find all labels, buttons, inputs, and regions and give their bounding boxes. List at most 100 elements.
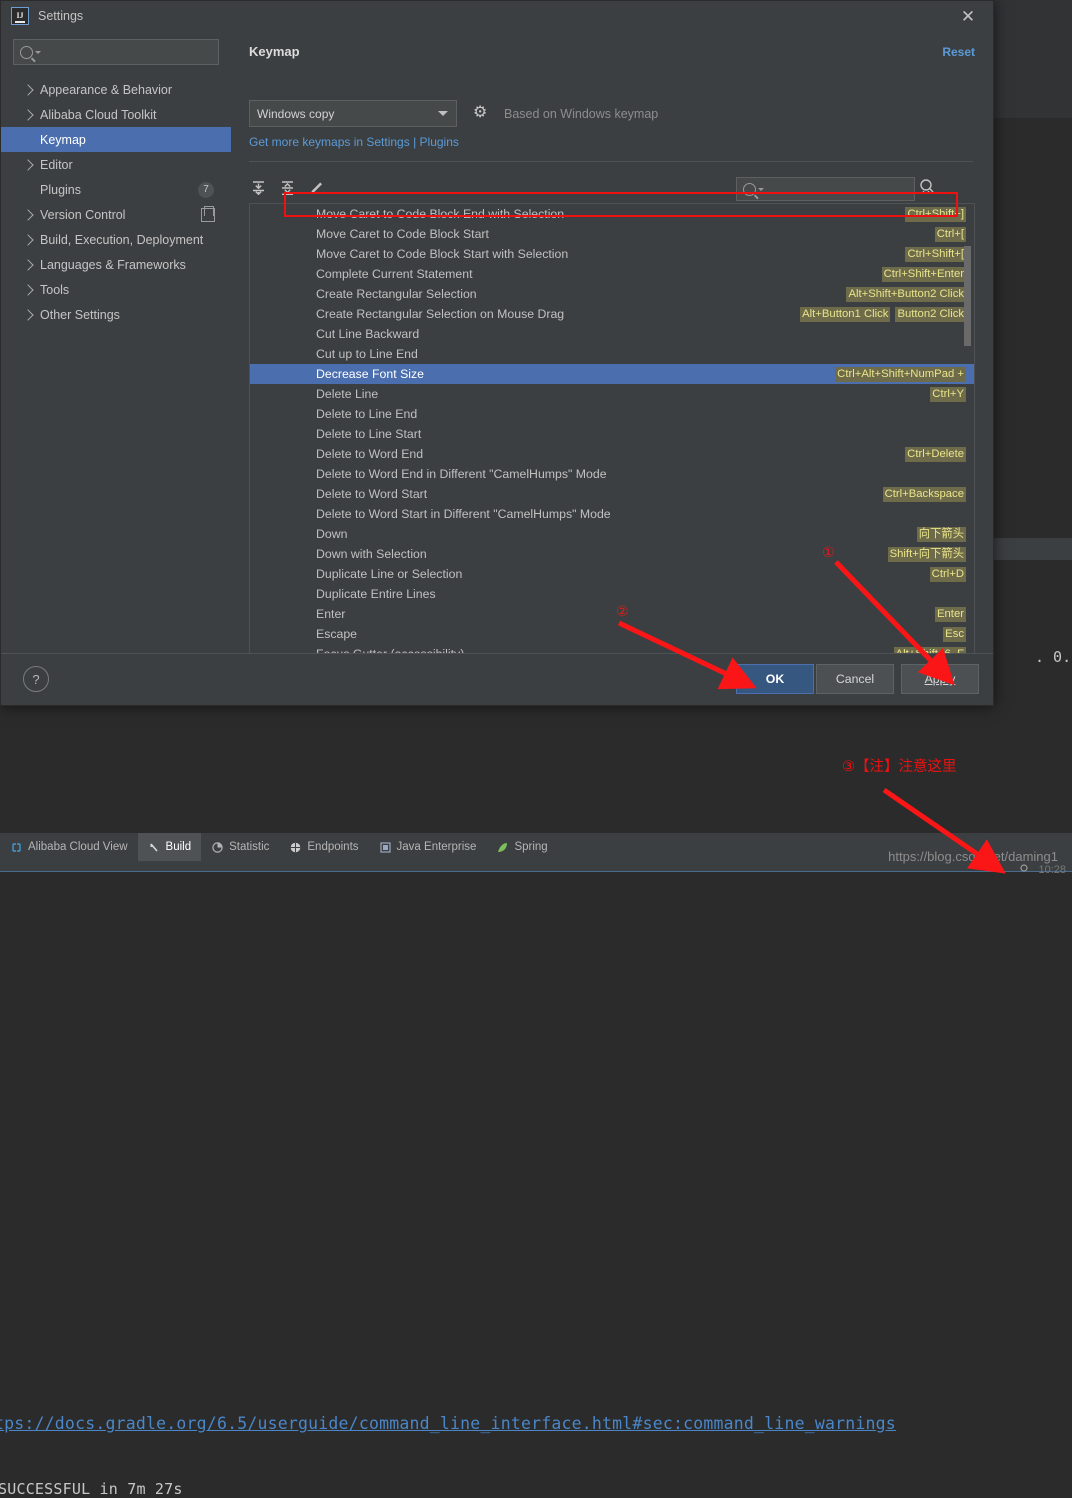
shortcut-group: Ctrl+Shift+Enter bbox=[882, 267, 966, 282]
action-name: Escape bbox=[316, 624, 357, 644]
expand-all-icon[interactable] bbox=[249, 178, 269, 198]
shortcut-group: Ctrl+Y bbox=[930, 387, 966, 402]
cancel-button[interactable]: Cancel bbox=[816, 664, 894, 694]
chevron-right-icon bbox=[22, 309, 33, 320]
shortcut-group: Ctrl+Backspace bbox=[883, 487, 966, 502]
action-name: Cut Line Backward bbox=[316, 324, 419, 344]
table-row[interactable]: Duplicate Entire Lines bbox=[250, 584, 974, 604]
sidebar-item-plugins[interactable]: Plugins 7 bbox=[1, 177, 231, 202]
sidebar-item-tools[interactable]: Tools bbox=[1, 277, 231, 302]
chevron-down-icon bbox=[438, 111, 448, 116]
table-row[interactable]: Enter Enter bbox=[250, 604, 974, 624]
table-row[interactable]: Complete Current StatementCtrl+Shift+Ent… bbox=[250, 264, 974, 284]
row-gutter bbox=[250, 204, 296, 224]
keymap-pane: Keymap Reset Windows copy Based on Windo… bbox=[231, 31, 993, 653]
statusbar-tab-label: Statistic bbox=[229, 841, 269, 853]
table-row[interactable]: Down with SelectionShift+向下箭头 bbox=[250, 544, 974, 564]
sidebar-item-label: Appearance & Behavior bbox=[40, 83, 172, 97]
gear-tray-icon[interactable] bbox=[1018, 862, 1030, 874]
table-row[interactable]: Cut Line Backward bbox=[250, 324, 974, 344]
settings-sidebar: Appearance & Behavior Alibaba Cloud Tool… bbox=[1, 31, 231, 653]
table-row[interactable]: EscapeEsc bbox=[250, 624, 974, 644]
intellij-idea-icon: IJ bbox=[11, 7, 29, 25]
table-row[interactable]: Delete to Line Start bbox=[250, 424, 974, 444]
action-name: Duplicate Entire Lines bbox=[316, 584, 436, 604]
reset-link[interactable]: Reset bbox=[942, 45, 975, 59]
settings-dialog: IJ Settings ✕ Appearance & Behavior Alib… bbox=[0, 0, 994, 706]
statusbar-tab-alibaba-cloud-view[interactable]: Alibaba Cloud View bbox=[0, 833, 138, 861]
row-gutter bbox=[250, 404, 296, 424]
row-gutter bbox=[250, 624, 296, 644]
search-icon bbox=[20, 46, 33, 59]
sidebar-item-build-execution-deployment[interactable]: Build, Execution, Deployment bbox=[1, 227, 231, 252]
table-row[interactable]: Create Rectangular Selection on Mouse Dr… bbox=[250, 304, 974, 324]
keymap-action-list[interactable]: Move Caret to Code Block End with Select… bbox=[249, 203, 975, 668]
row-gutter bbox=[250, 604, 296, 624]
table-row[interactable]: Create Rectangular SelectionAlt+Shift+Bu… bbox=[250, 284, 974, 304]
table-row[interactable]: Cut up to Line End bbox=[250, 344, 974, 364]
collapse-all-icon[interactable] bbox=[278, 178, 298, 198]
clock-text: 10:28 bbox=[1038, 864, 1066, 876]
statusbar-tab-endpoints[interactable]: Endpoints bbox=[279, 833, 368, 861]
leaf-icon bbox=[496, 841, 509, 854]
console-url-text[interactable]: tps://docs.gradle.org/6.5/userguide/comm… bbox=[0, 1414, 896, 1433]
sidebar-item-version-control[interactable]: Version Control bbox=[1, 202, 231, 227]
keymap-select[interactable]: Windows copy bbox=[249, 100, 457, 127]
sidebar-item-label: Version Control bbox=[40, 208, 125, 222]
shortcut-badge: Ctrl+Shift+] bbox=[905, 207, 966, 222]
statusbar-tab-spring[interactable]: Spring bbox=[486, 833, 557, 861]
table-row[interactable]: Move Caret to Code Block StartCtrl+[ bbox=[250, 224, 974, 244]
copy-icon bbox=[201, 208, 215, 222]
table-row[interactable]: Down向下箭头 bbox=[250, 524, 974, 544]
list-scrollbar[interactable] bbox=[963, 206, 972, 665]
row-gutter bbox=[250, 504, 296, 524]
statusbar-tab-label: Alibaba Cloud View bbox=[28, 841, 128, 853]
keymap-select-value: Windows copy bbox=[257, 107, 334, 121]
sidebar-item-alibaba-cloud-toolkit[interactable]: Alibaba Cloud Toolkit bbox=[1, 102, 231, 127]
shortcut-group: Ctrl+Shift+[ bbox=[905, 247, 966, 262]
shortcut-group: Enter bbox=[935, 607, 966, 622]
shortcut-badge: Button2 Click bbox=[895, 307, 966, 322]
table-row[interactable]: Move Caret to Code Block Start with Sele… bbox=[250, 244, 974, 264]
hammer-icon bbox=[148, 841, 161, 854]
sidebar-item-label: Languages & Frameworks bbox=[40, 258, 186, 272]
sidebar-item-appearance-behavior[interactable]: Appearance & Behavior bbox=[1, 77, 231, 102]
find-by-shortcut-icon[interactable] bbox=[917, 177, 937, 197]
sidebar-item-languages-frameworks[interactable]: Languages & Frameworks bbox=[1, 252, 231, 277]
table-row[interactable]: Delete LineCtrl+Y bbox=[250, 384, 974, 404]
keymap-search-input[interactable] bbox=[736, 177, 915, 201]
help-button[interactable]: ? bbox=[23, 666, 49, 692]
statusbar-tab-statistic[interactable]: Statistic bbox=[201, 833, 279, 861]
table-row[interactable]: Delete to Word Start in Different "Camel… bbox=[250, 504, 974, 524]
table-row[interactable]: Delete to Line End bbox=[250, 404, 974, 424]
table-row[interactable]: Duplicate Line or SelectionCtrl+D bbox=[250, 564, 974, 584]
chevron-right-icon bbox=[22, 284, 33, 295]
statusbar-tab-build[interactable]: Build bbox=[138, 833, 202, 861]
sidebar-item-editor[interactable]: Editor bbox=[1, 152, 231, 177]
table-row[interactable]: Delete to Word End in Different "CamelHu… bbox=[250, 464, 974, 484]
action-name: Enter bbox=[316, 604, 345, 624]
row-gutter bbox=[250, 464, 296, 484]
table-row[interactable]: Delete to Word EndCtrl+Delete bbox=[250, 444, 974, 464]
apply-button[interactable]: Apply bbox=[901, 664, 979, 694]
chevron-right-icon bbox=[22, 84, 33, 95]
get-more-keymaps-link[interactable]: Get more keymaps in Settings | Plugins bbox=[249, 135, 459, 149]
row-gutter bbox=[250, 544, 296, 564]
row-gutter bbox=[250, 364, 296, 384]
table-row[interactable]: Delete to Word StartCtrl+Backspace bbox=[250, 484, 974, 504]
ok-button[interactable]: OK bbox=[736, 664, 814, 694]
shortcut-badge: Alt+Shift+Button2 Click bbox=[846, 287, 966, 302]
action-name: Move Caret to Code Block End with Select… bbox=[316, 204, 564, 224]
table-row[interactable]: Decrease Font SizeCtrl+Alt+Shift+NumPad … bbox=[250, 364, 974, 384]
pencil-icon[interactable] bbox=[307, 178, 327, 198]
sidebar-item-keymap[interactable]: Keymap bbox=[1, 127, 231, 152]
table-row[interactable]: Move Caret to Code Block End with Select… bbox=[250, 204, 974, 224]
pie-chart-icon bbox=[211, 841, 224, 854]
gear-icon[interactable] bbox=[474, 106, 489, 121]
list-scrollbar-thumb[interactable] bbox=[964, 246, 971, 346]
sidebar-item-other-settings[interactable]: Other Settings bbox=[1, 302, 231, 327]
close-icon[interactable]: ✕ bbox=[957, 7, 979, 27]
plugins-update-badge: 7 bbox=[198, 182, 214, 198]
statusbar-tab-java-enterprise[interactable]: Java Enterprise bbox=[369, 833, 487, 861]
sidebar-search-input[interactable] bbox=[13, 39, 219, 65]
